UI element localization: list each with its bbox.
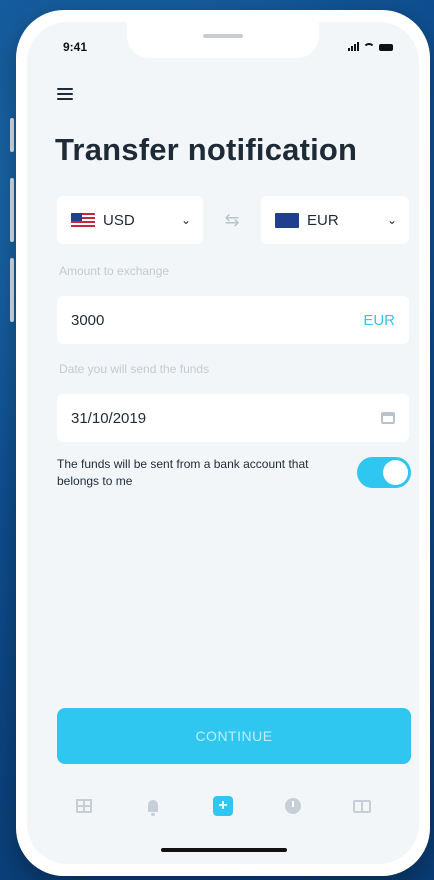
ownership-toggle[interactable] [357,457,411,488]
send-date-value: 31/10/2019 [71,409,147,427]
app-screen: 9:41 Transfer notification USD ⌄ ⇆ EUR ⌄… [27,22,419,864]
status-time: 9:41 [63,40,88,54]
chevron-down-icon: ⌄ [180,213,191,227]
tab-new-transfer[interactable]: + [211,794,235,818]
notch [127,22,319,58]
tab-bar: + [27,786,419,826]
status-icons [348,42,393,51]
from-currency-select[interactable]: USD ⌄ [57,196,203,244]
volume-down-button [10,258,14,322]
swap-icon[interactable]: ⇆ [218,206,246,234]
page-title: Transfer notification [55,132,358,167]
amount-input[interactable]: 3000 EUR [57,296,409,344]
volume-up-button [10,178,14,242]
chevron-down-icon: ⌄ [386,213,397,227]
clock-icon [284,798,301,814]
from-currency-code: USD [103,211,135,229]
send-date-label: Date you will send the funds [59,362,210,376]
send-date-input[interactable]: 31/10/2019 [57,394,409,442]
bell-icon [148,800,159,816]
tab-history[interactable] [281,794,305,818]
us-flag-icon [71,212,95,228]
card-icon [353,799,372,813]
continue-button[interactable]: CONTINUE [57,708,411,764]
toggle-knob [383,460,408,485]
amount-currency: EUR [363,311,395,329]
to-currency-code: EUR [307,211,339,229]
home-indicator [161,848,287,852]
eu-flag-icon [275,212,299,228]
speaker [203,34,243,38]
plus-icon: + [212,796,233,816]
tab-dashboard[interactable] [72,794,96,818]
menu-icon[interactable] [57,88,73,103]
grid-icon [75,799,92,813]
wifi-icon [363,43,375,51]
amount-value: 3000 [71,311,105,329]
calendar-icon[interactable] [381,412,395,424]
to-currency-select[interactable]: EUR ⌄ [261,196,409,244]
amount-label: Amount to exchange [59,264,170,278]
ownership-text: The funds will be sent from a bank accou… [57,457,309,488]
battery-icon [379,44,393,51]
tab-notifications[interactable] [141,794,165,818]
mute-switch [10,118,14,152]
signal-icon [348,42,359,51]
tab-cards[interactable] [350,794,374,818]
